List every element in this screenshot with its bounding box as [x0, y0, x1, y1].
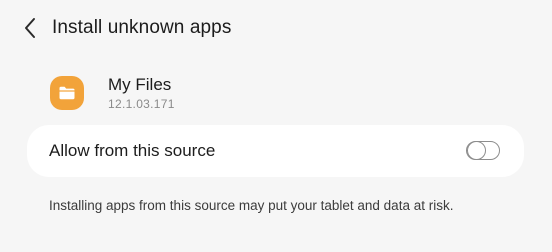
folder-icon: [50, 76, 84, 110]
app-name: My Files: [108, 75, 172, 94]
allow-from-source-row[interactable]: Allow from this source: [27, 125, 524, 177]
warning-text: Installing apps from this source may put…: [49, 198, 454, 213]
allow-toggle-switch[interactable]: [466, 140, 500, 160]
app-version: 12.1.03.171: [108, 97, 175, 111]
chevron-left-icon: [23, 17, 37, 39]
back-button[interactable]: [14, 12, 46, 44]
allow-from-source-label: Allow from this source: [49, 141, 216, 160]
page-title: Install unknown apps: [52, 17, 232, 38]
app-bar: Install unknown apps: [0, 0, 552, 56]
app-info: My Files 12.1.03.171: [50, 74, 450, 114]
toggle-knob: [467, 140, 486, 160]
